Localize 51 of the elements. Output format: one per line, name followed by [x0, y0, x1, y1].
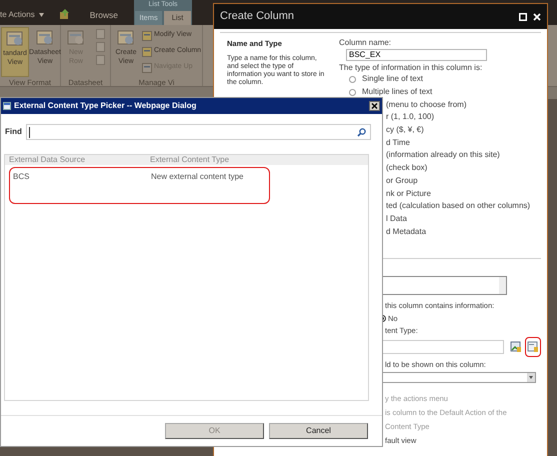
view-icon	[67, 29, 85, 46]
upload-icon[interactable]	[60, 9, 70, 19]
option-label: r (1, 1.0, 100)	[386, 111, 434, 124]
scroll-bar	[499, 276, 506, 294]
window-icon	[3, 102, 11, 110]
list-icon	[142, 46, 152, 56]
field-label: Column name:	[339, 38, 392, 48]
maximize-icon[interactable]	[519, 12, 527, 20]
field-label: The type of information in this column is:	[339, 63, 484, 73]
option-label: ted (calculation based on other columns)	[386, 200, 530, 212]
column-name-field[interactable]: BSC_EX	[346, 49, 487, 61]
option-label: (menu to choose from)	[386, 98, 466, 111]
option-label: or Group	[386, 174, 418, 187]
dialog-title: External Content Type Picker -- Webpage Dialog	[14, 100, 198, 112]
table-row[interactable]: BCS New external content type	[9, 167, 270, 204]
dialog-button[interactable]: Cancel	[269, 423, 368, 439]
search-icon[interactable]	[356, 128, 366, 136]
view-icon	[36, 29, 54, 46]
option-label: Single line of text	[362, 73, 423, 86]
find-field[interactable]	[26, 124, 371, 140]
list-icon	[142, 62, 152, 72]
caret-icon	[38, 13, 44, 17]
column-header: External Content Type	[150, 155, 230, 165]
option-label: d Time	[386, 136, 410, 149]
option-label: d Metadata	[386, 226, 426, 238]
text-cursor	[28, 126, 30, 138]
check-names-icon[interactable]	[510, 340, 522, 353]
browse-tab[interactable]: Browse	[82, 5, 126, 25]
option-label: cy ($, ¥, €)	[386, 124, 424, 136]
dropdown-arrow-icon[interactable]	[527, 372, 535, 382]
site-actions-menu[interactable]: te Actions	[0, 5, 48, 25]
view-icon	[117, 29, 135, 46]
dropdown-field[interactable]	[381, 372, 536, 383]
table-cell-text: BCS	[12, 171, 30, 182]
option-label: nk or Picture	[386, 188, 431, 200]
dialog-title: Create Column	[220, 9, 295, 24]
option-label: Multiple lines of text	[362, 86, 432, 98]
option-label: (information already on this site)	[386, 149, 500, 162]
table-cell-text: New external content type	[151, 171, 244, 182]
option-label: (check box)	[386, 162, 428, 174]
close-icon[interactable]	[369, 101, 380, 111]
browse-icon[interactable]	[525, 336, 541, 357]
column-header: External Data Source	[8, 155, 86, 165]
find-label: Find	[5, 126, 22, 138]
view-icon	[6, 30, 24, 47]
option-label: l Data	[386, 212, 407, 225]
content-type-field[interactable]	[381, 340, 504, 354]
radio-button[interactable]	[349, 76, 356, 83]
text-area[interactable]	[381, 276, 507, 295]
list-icon	[142, 30, 152, 40]
radio-button[interactable]	[349, 88, 356, 96]
